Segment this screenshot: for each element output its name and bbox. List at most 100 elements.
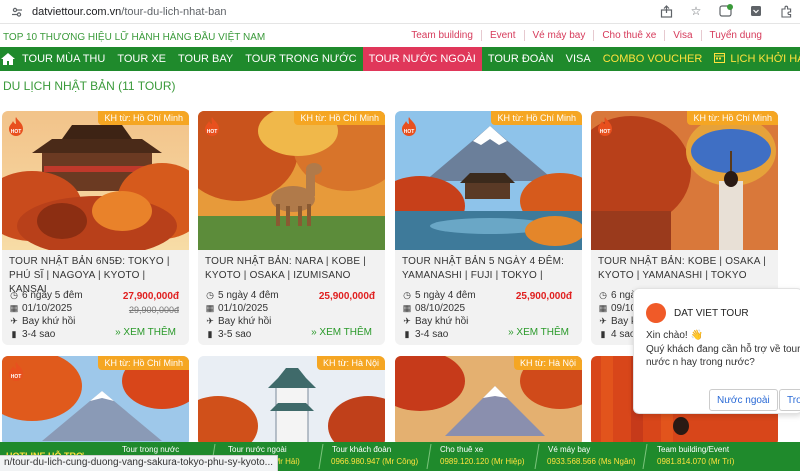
tour-old-price: 29,900,000đ: [128, 305, 179, 315]
tour-price: 25,900,000đ: [515, 291, 572, 302]
nav-tour-xe[interactable]: TOUR XE: [111, 47, 172, 71]
tour-title[interactable]: TOUR NHẬT BẢN: KOBE | OSAKA | KYOTO | YA…: [598, 255, 773, 283]
home-icon[interactable]: [0, 47, 16, 71]
plane-icon: ✈: [206, 316, 214, 326]
hot-label: HOT: [11, 129, 22, 135]
share-icon[interactable]: [658, 3, 674, 19]
nav-tour-trong-nuoc[interactable]: TOUR TRONG NƯỚC: [239, 47, 362, 71]
nav-combo-voucher[interactable]: COMBO VOUCHER: [597, 47, 709, 71]
view-more-link[interactable]: » XEM THÊM: [311, 327, 372, 338]
tour-card[interactable]: KH từ: Hà Nội: [198, 356, 385, 446]
calendar-icon: ▦: [598, 303, 608, 313]
hot-flame-icon: HOT: [598, 117, 612, 136]
hotel-text: 3-4 sao: [415, 329, 449, 340]
top-links: Team building Event Vé máy bay Cho thuê …: [403, 30, 770, 41]
top-link-event[interactable]: Event: [480, 30, 524, 41]
site-info-icon[interactable]: [10, 5, 24, 19]
top-link-visa[interactable]: Visa: [664, 30, 700, 41]
plane-icon: ✈: [599, 316, 607, 326]
separator: [426, 444, 432, 469]
clock-icon: ◷: [403, 290, 411, 300]
hot-label: HOT: [11, 374, 22, 380]
nav-tour-nuoc-ngoai[interactable]: TOUR NƯỚC NGOÀI: [362, 47, 482, 71]
departure-badge: KH từ: Hà Nội: [513, 356, 582, 370]
transport-text: Bay khứ hồi: [415, 316, 469, 327]
top-link-tuyen-dung[interactable]: Tuyển dụng: [700, 30, 770, 41]
clock-icon: ◷: [599, 290, 607, 300]
tour-transport: ✈ Bay khứ hồi: [402, 316, 468, 327]
top-link-ve-may-bay[interactable]: Vé máy bay: [523, 30, 594, 41]
departure-badge: KH từ: Hồ Chí Minh: [98, 111, 189, 125]
clock-icon: ◷: [206, 290, 214, 300]
hotel-text: 3-4 sao: [22, 329, 56, 340]
clock-icon: ◷: [10, 290, 18, 300]
hotline-label: Team building/Event: [657, 445, 730, 454]
hot-label: HOT: [404, 129, 415, 135]
top-link-team-building[interactable]: Team building: [403, 30, 481, 41]
tour-hotel: ▮ 3-4 sao: [402, 329, 449, 340]
tour-card[interactable]: KH từ: Hồ Chí Minh HOT: [2, 356, 189, 446]
nav-tour-bay[interactable]: TOUR BAY: [172, 47, 239, 71]
hotline-phone[interactable]: 0981.814.070 (Mr Trí): [657, 457, 734, 466]
extension-icon[interactable]: [718, 3, 734, 19]
nav-tour-doan[interactable]: TOUR ĐOÀN: [482, 47, 560, 71]
tour-card[interactable]: KH từ: Hồ Chí Minh HOT TOUR NHẬT BẢN 6N5…: [2, 111, 189, 345]
tour-image[interactable]: [395, 111, 582, 250]
tour-card[interactable]: KH từ: Hồ Chí Minh HOT TOUR NHẬT BẢN 5 N…: [395, 111, 582, 345]
chat-foreign-button[interactable]: Nước ngoài: [709, 389, 778, 411]
hotline-phone[interactable]: 0933.568.566 (Ms Ngân): [547, 457, 636, 466]
status-bar-url: n/tour-du-lich-cung-duong-vang-sakura-to…: [0, 455, 279, 471]
calendar-icon: [714, 52, 726, 66]
extensions-puzzle-icon[interactable]: [778, 3, 794, 19]
transport-text: Bay khứ hồi: [22, 316, 76, 327]
nav-lich-khoi-hanh[interactable]: LỊCH KHỞI HÀNH: [708, 47, 800, 71]
tour-image[interactable]: [2, 111, 189, 250]
tour-image[interactable]: [591, 111, 778, 250]
tour-card[interactable]: KH từ: Hà Nội: [395, 356, 582, 446]
bookmark-star-icon[interactable]: ☆: [688, 3, 704, 19]
hot-flame-icon: HOT: [9, 117, 23, 136]
tour-title[interactable]: TOUR NHẬT BẢN: NARA | KOBE | KYOTO | OSA…: [205, 255, 380, 283]
tour-hotel: ▮ 3-5 sao: [205, 329, 252, 340]
duration-text: 6 ngày 5 đêm: [22, 290, 83, 301]
download-icon[interactable]: [748, 3, 764, 19]
building-icon: ▮: [600, 329, 606, 339]
hotel-text: 4 sao: [611, 329, 636, 340]
top-strip: TOP 10 THƯƠNG HIỆU LỮ HÀNH HÀNG ĐẦU VIỆT…: [0, 28, 800, 46]
top-link-cho-thue-xe[interactable]: Cho thuê xe: [593, 30, 664, 41]
departure-badge: KH từ: Hồ Chí Minh: [98, 356, 189, 370]
date-text: 01/10/2025: [218, 303, 269, 314]
hot-flame-icon: HOT: [205, 117, 219, 136]
hot-flame-icon: HOT: [402, 117, 416, 136]
tour-transport: ✈ Bay khứ hồi: [205, 316, 271, 327]
chat-domestic-button[interactable]: Tron: [779, 389, 800, 411]
tour-image[interactable]: [198, 111, 385, 250]
tour-duration: ◷ 5 ngày 4 đêm: [205, 290, 279, 301]
page-title: DU LỊCH NHẬT BẢN (11 TOUR): [3, 79, 176, 93]
calendar-icon: ▦: [402, 303, 412, 313]
tour-hotel: ▮ 4 sao: [598, 329, 636, 340]
date-text: 01/10/2025: [22, 303, 73, 314]
view-more-link[interactable]: » XEM THÊM: [508, 327, 569, 338]
main-nav: TOUR MÙA THU TOUR XE TOUR BAY TOUR TRONG…: [0, 47, 800, 71]
hotline-phone[interactable]: 0966.980.947 (Mr Công): [331, 457, 418, 466]
url-text[interactable]: datviettour.com.vn/tour-du-lich-nhat-ban: [32, 6, 226, 18]
hotline-label: Tour nước ngoài: [228, 445, 287, 454]
building-icon: ▮: [11, 329, 17, 339]
separator: [642, 444, 648, 469]
plane-icon: ✈: [403, 316, 411, 326]
nav-tour-mua-thu[interactable]: TOUR MÙA THU: [16, 47, 111, 71]
chat-widget[interactable]: DAT VIET TOUR Xin chào! 👋 Quý khách đang…: [633, 288, 800, 414]
tour-title[interactable]: TOUR NHẬT BẢN 5 NGÀY 4 ĐÊM: YAMANASHI | …: [402, 255, 577, 283]
tour-card[interactable]: KH từ: Hồ Chí Minh HOT TOUR NHẬT BẢN: NA…: [198, 111, 385, 345]
departure-badge: KH từ: Hà Nội: [316, 356, 385, 370]
slogan: TOP 10 THƯƠNG HIỆU LỮ HÀNH HÀNG ĐẦU VIỆT…: [3, 31, 266, 43]
address-bar[interactable]: datviettour.com.vn/tour-du-lich-nhat-ban…: [0, 0, 800, 24]
hot-flame-icon: HOT: [9, 362, 23, 381]
hot-label: HOT: [207, 129, 218, 135]
view-more-link[interactable]: » XEM THÊM: [115, 327, 176, 338]
hotline-phone[interactable]: 0989.120.120 (Mr Hiệp): [440, 457, 525, 466]
chat-avatar: [646, 303, 666, 323]
tour-price: 25,900,000đ: [318, 291, 375, 302]
nav-visa[interactable]: VISA: [560, 47, 597, 71]
